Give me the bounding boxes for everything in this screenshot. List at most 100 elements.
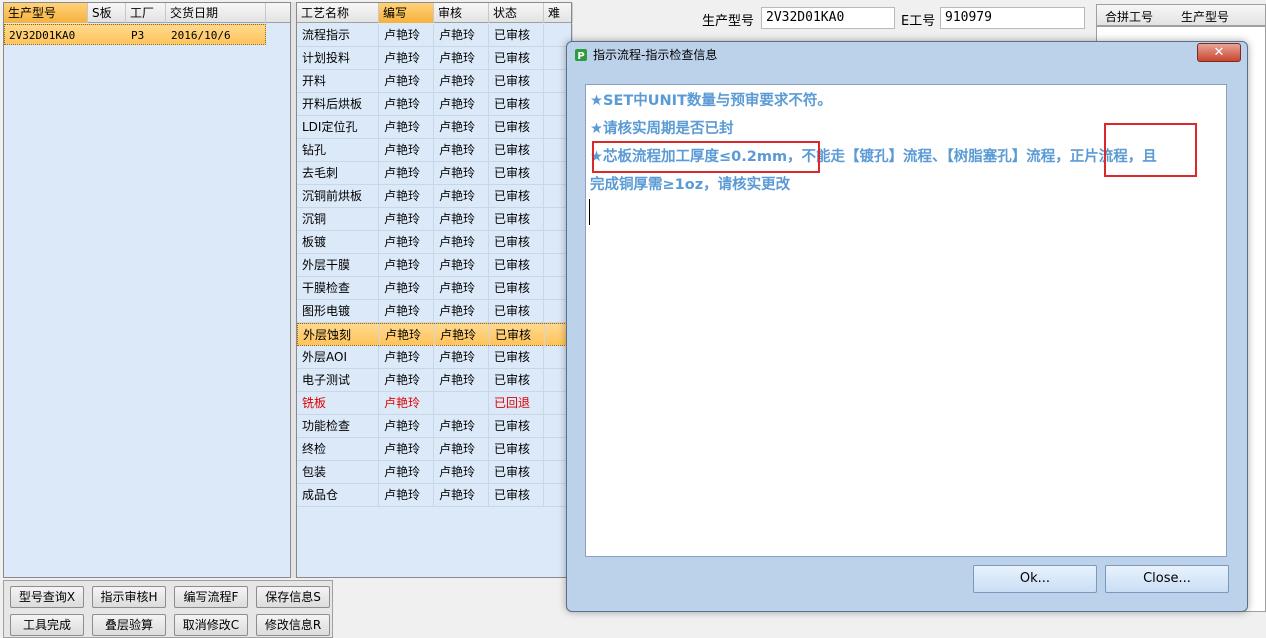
process-row[interactable]: 包装 卢艳玲 卢艳玲 已审核 [297, 461, 573, 484]
process-name-cell: 开料后烘板 [297, 93, 379, 116]
process-name-cell: 沉铜前烘板 [297, 185, 379, 208]
writer-cell: 卢艳玲 [379, 461, 434, 484]
process-row[interactable]: 外层蚀刻 卢艳玲 卢艳玲 已审核 [297, 323, 574, 347]
edit-info-button[interactable]: 修改信息R [256, 614, 330, 636]
status-cell: 已审核 [489, 162, 544, 185]
process-row[interactable]: LDI定位孔 卢艳玲 卢艳玲 已审核 [297, 116, 573, 139]
order-row[interactable]: 2V32D01KA0 P3 2016/10/6 [4, 24, 266, 45]
writer-cell: 卢艳玲 [379, 24, 434, 47]
writer-cell: 卢艳玲 [379, 438, 434, 461]
header-auditor[interactable]: 审核 [434, 3, 489, 23]
process-list-header: 工艺名称 编写 审核 状态 难 [297, 3, 573, 23]
writer-cell: 卢艳玲 [379, 139, 434, 162]
header-writer[interactable]: 编写 [379, 3, 434, 23]
model-field[interactable]: 2V32D01KA0 [761, 7, 895, 29]
process-row[interactable]: 铣板 卢艳玲 已回退 [297, 392, 573, 415]
process-row[interactable]: 功能检查 卢艳玲 卢艳玲 已审核 [297, 415, 573, 438]
process-row[interactable]: 去毛刺 卢艳玲 卢艳玲 已审核 [297, 162, 573, 185]
header-merge-number[interactable]: 合拼工号 [1105, 8, 1153, 25]
auditor-cell: 卢艳玲 [435, 324, 490, 347]
process-row[interactable]: 干膜检查 卢艳玲 卢艳玲 已审核 [297, 277, 573, 300]
process-name-cell: 终检 [297, 438, 379, 461]
writer-cell: 卢艳玲 [379, 208, 434, 231]
status-cell: 已审核 [489, 116, 544, 139]
model-query-button[interactable]: 型号查询X [10, 586, 84, 608]
auditor-cell: 卢艳玲 [434, 369, 489, 392]
status-cell: 已回退 [489, 392, 544, 415]
status-cell: 已审核 [489, 438, 544, 461]
stack-calc-button[interactable]: 叠层验算 [92, 614, 166, 636]
process-name-cell: 流程指示 [297, 24, 379, 47]
header-merge-model[interactable]: 生产型号 [1181, 8, 1229, 25]
process-name-cell: 外层干膜 [297, 254, 379, 277]
write-flow-button[interactable]: 编写流程F [174, 586, 248, 608]
process-row[interactable]: 板镀 卢艳玲 卢艳玲 已审核 [297, 231, 573, 254]
process-row[interactable]: 图形电镀 卢艳玲 卢艳玲 已审核 [297, 300, 573, 323]
ok-button[interactable]: Ok... [973, 565, 1097, 593]
auditor-cell: 卢艳玲 [434, 70, 489, 93]
auditor-cell: 卢艳玲 [434, 24, 489, 47]
auditor-cell: 卢艳玲 [434, 484, 489, 507]
auditor-cell: 卢艳玲 [434, 139, 489, 162]
close-icon[interactable]: ✕ [1197, 43, 1241, 62]
process-row[interactable]: 沉铜 卢艳玲 卢艳玲 已审核 [297, 208, 573, 231]
app-icon: P [574, 48, 588, 62]
header-status[interactable]: 状态 [489, 3, 544, 23]
message-line-1: ★SET中UNIT数量与预审要求不符。 [590, 93, 832, 109]
header-s-board[interactable]: S板 [88, 3, 126, 23]
header-delivery-date[interactable]: 交货日期 [166, 3, 266, 23]
process-row[interactable]: 终检 卢艳玲 卢艳玲 已审核 [297, 438, 573, 461]
process-row[interactable]: 钻孔 卢艳玲 卢艳玲 已审核 [297, 139, 573, 162]
message-box[interactable]: ★SET中UNIT数量与预审要求不符。 ★请核实周期是否已封 ★芯板流程加工厚度… [585, 84, 1227, 557]
close-button[interactable]: Close... [1105, 565, 1229, 593]
writer-cell: 卢艳玲 [379, 277, 434, 300]
auditor-cell: 卢艳玲 [434, 277, 489, 300]
writer-cell: 卢艳玲 [379, 392, 434, 415]
text-cursor [589, 199, 590, 225]
writer-cell: 卢艳玲 [379, 162, 434, 185]
cancel-edit-button[interactable]: 取消修改C [174, 614, 248, 636]
process-row[interactable]: 计划投料 卢艳玲 卢艳玲 已审核 [297, 47, 573, 70]
status-cell: 已审核 [489, 369, 544, 392]
status-cell: 已审核 [489, 415, 544, 438]
highlight-marker-positive-flow [1104, 123, 1197, 177]
process-name-cell: 外层AOI [297, 346, 379, 369]
process-row[interactable]: 流程指示 卢艳玲 卢艳玲 已审核 [297, 24, 573, 47]
header-model[interactable]: 生产型号 [4, 3, 88, 23]
status-cell: 已审核 [489, 277, 544, 300]
process-row[interactable]: 外层AOI 卢艳玲 卢艳玲 已审核 [297, 346, 573, 369]
process-name-cell: 去毛刺 [297, 162, 379, 185]
status-cell: 已审核 [489, 93, 544, 116]
auditor-cell: 卢艳玲 [434, 185, 489, 208]
flow-audit-button[interactable]: 指示审核H [92, 586, 166, 608]
auditor-cell: 卢艳玲 [434, 438, 489, 461]
process-row[interactable]: 成品仓 卢艳玲 卢艳玲 已审核 [297, 484, 573, 507]
status-cell: 已审核 [489, 47, 544, 70]
process-row[interactable]: 开料后烘板 卢艳玲 卢艳玲 已审核 [297, 93, 573, 116]
process-row[interactable]: 电子测试 卢艳玲 卢艳玲 已审核 [297, 369, 573, 392]
header-factory[interactable]: 工厂 [126, 3, 166, 23]
header-process-name[interactable]: 工艺名称 [297, 3, 379, 23]
writer-cell: 卢艳玲 [379, 415, 434, 438]
e-number-field[interactable]: 910979 [940, 7, 1085, 29]
auditor-cell: 卢艳玲 [434, 47, 489, 70]
process-row[interactable]: 开料 卢艳玲 卢艳玲 已审核 [297, 70, 573, 93]
writer-cell: 卢艳玲 [379, 346, 434, 369]
writer-cell: 卢艳玲 [379, 484, 434, 507]
auditor-cell: 卢艳玲 [434, 116, 489, 139]
process-row[interactable]: 沉铜前烘板 卢艳玲 卢艳玲 已审核 [297, 185, 573, 208]
auditor-cell: 卢艳玲 [434, 346, 489, 369]
writer-cell: 卢艳玲 [379, 93, 434, 116]
save-info-button[interactable]: 保存信息S [256, 586, 330, 608]
tool-done-button[interactable]: 工具完成 [10, 614, 84, 636]
header-difficulty[interactable]: 难 [544, 3, 573, 23]
writer-cell: 卢艳玲 [379, 369, 434, 392]
order-model: 2V32D01KA0 [9, 29, 76, 42]
writer-cell: 卢艳玲 [379, 231, 434, 254]
e-number-label: E工号 [901, 14, 936, 29]
status-cell: 已审核 [490, 324, 545, 347]
writer-cell: 卢艳玲 [379, 185, 434, 208]
merge-list-header: 合拼工号 生产型号 [1096, 4, 1266, 26]
process-row[interactable]: 外层干膜 卢艳玲 卢艳玲 已审核 [297, 254, 573, 277]
dialog-title: 指示流程-指示检查信息 [593, 48, 718, 62]
